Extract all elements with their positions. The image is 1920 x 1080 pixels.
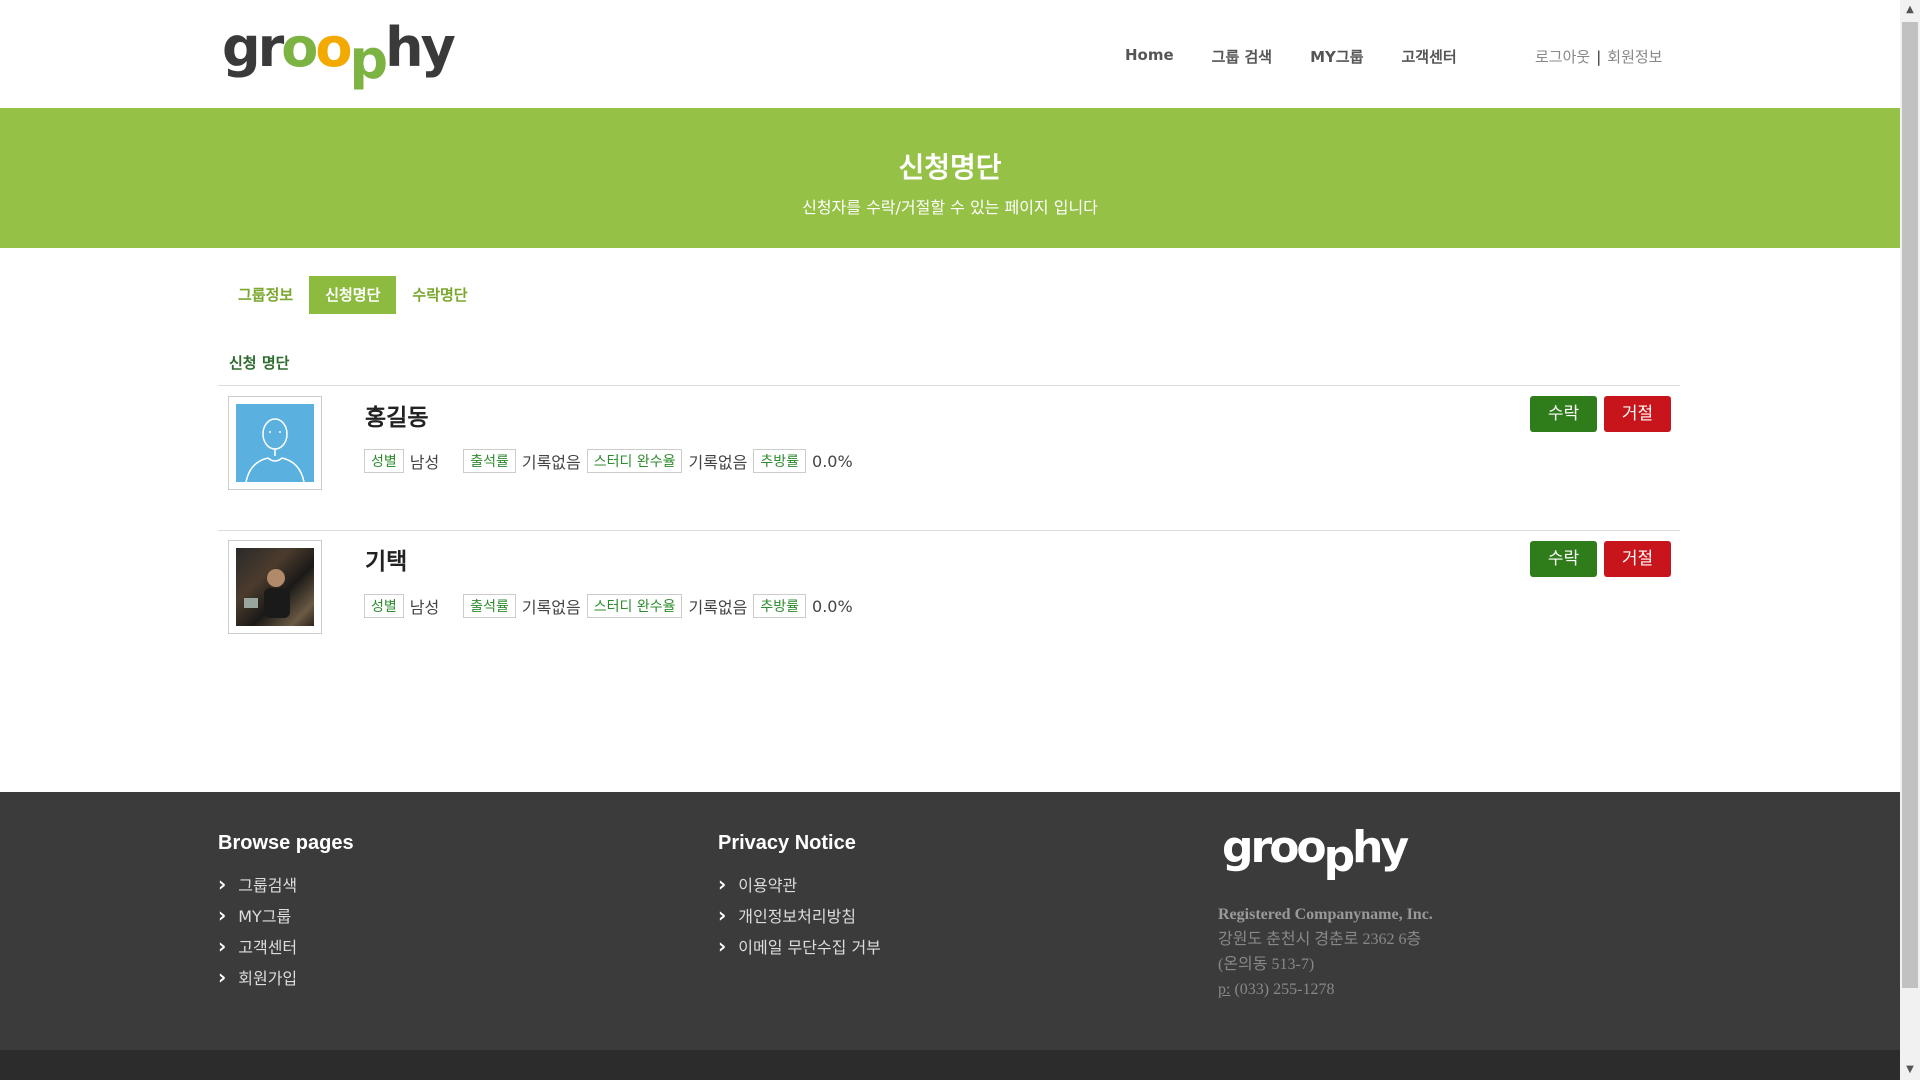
header: groophy Home 그룹 검색 MY그룹 고객센터 로그아웃 | 회원정보 bbox=[0, 0, 1900, 108]
phone-number: (033) 255-1278 bbox=[1234, 981, 1335, 998]
logo[interactable]: groophy bbox=[222, 18, 456, 90]
expel-label: 추방률 bbox=[753, 594, 807, 618]
logout-link[interactable]: 로그아웃 bbox=[1535, 48, 1590, 66]
expel-value: 0.0% bbox=[812, 451, 853, 471]
user-links: 로그아웃 | 회원정보 bbox=[1535, 46, 1662, 67]
page-subtitle: 신청자를 수락/거절할 수 있는 페이지 입니다 bbox=[802, 198, 1098, 217]
attendance-value: 기록없음 bbox=[521, 453, 581, 472]
scroll-down-icon[interactable]: ▼ bbox=[1900, 1060, 1920, 1080]
list-item: 기택 성별 남성 출석률 기록없음 스터디 완수율 기록없음 추방률 0.0% … bbox=[218, 530, 1680, 675]
page-title: 신청명단 bbox=[898, 151, 1002, 184]
privacy-notice: Privacy Notice 이용약관 개인정보처리방침 이메일 무단수집 거부 bbox=[718, 832, 881, 962]
gender-label: 성별 bbox=[364, 594, 404, 618]
tab-bar: 그룹정보 신청명단 수락명단 bbox=[222, 276, 484, 314]
address-line-1: 강원도 춘천시 경춘로 2362 6층 bbox=[1218, 931, 1422, 948]
section-title: 신청 명단 bbox=[229, 354, 290, 372]
member-stats: 성별 남성 출석률 기록없음 스터디 완수율 기록없음 추방률 0.0% bbox=[364, 594, 859, 618]
page: groophy Home 그룹 검색 MY그룹 고객센터 로그아웃 | 회원정보 신… bbox=[0, 0, 1900, 1080]
attendance-value: 기록없음 bbox=[521, 598, 581, 617]
footer-link-email-refusal[interactable]: 이메일 무단수집 거부 bbox=[718, 931, 881, 962]
accept-button[interactable]: 수락 bbox=[1530, 541, 1597, 577]
footer-link-my-group[interactable]: MY그룹 bbox=[218, 900, 354, 931]
nav-support[interactable]: 고객센터 bbox=[1402, 46, 1457, 67]
member-info-link[interactable]: 회원정보 bbox=[1607, 48, 1662, 66]
gender-label: 성별 bbox=[364, 449, 404, 473]
browse-title: Browse pages bbox=[218, 832, 354, 854]
attendance-label: 출석률 bbox=[463, 449, 516, 473]
completion-label: 스터디 완수율 bbox=[586, 449, 683, 473]
member-name: 홍길동 bbox=[365, 405, 429, 431]
footer-link-terms[interactable]: 이용약관 bbox=[718, 869, 881, 900]
company-address: Registered Companyname, Inc. 강원도 춘천시 경춘로… bbox=[1218, 902, 1433, 1002]
phone-label: p: bbox=[1218, 981, 1231, 998]
reject-button[interactable]: 거절 bbox=[1604, 541, 1671, 577]
default-avatar-icon bbox=[236, 404, 314, 483]
footer-link-support[interactable]: 고객센터 bbox=[218, 931, 354, 962]
scrollbar-thumb[interactable] bbox=[1902, 22, 1918, 988]
main-nav: Home 그룹 검색 MY그룹 고객센터 bbox=[1125, 46, 1457, 67]
scroll-up-icon[interactable]: ▲ bbox=[1900, 0, 1920, 20]
avatar bbox=[228, 396, 322, 490]
member-stats: 성별 남성 출석률 기록없음 스터디 완수율 기록없음 추방률 0.0% bbox=[364, 449, 859, 473]
tab-group-info[interactable]: 그룹정보 bbox=[222, 276, 309, 314]
nav-group-search[interactable]: 그룹 검색 bbox=[1212, 46, 1272, 67]
browse-pages: Browse pages 그룹검색 MY그룹 고객센터 회원가입 bbox=[218, 832, 354, 993]
gender-value: 남성 bbox=[409, 598, 440, 617]
footer-logo: groophy bbox=[1222, 822, 1409, 882]
member-photo bbox=[236, 548, 314, 626]
expel-value: 0.0% bbox=[812, 596, 853, 616]
gender-value: 남성 bbox=[409, 453, 440, 472]
footer-link-privacy-policy[interactable]: 개인정보처리방침 bbox=[718, 900, 881, 931]
nav-home[interactable]: Home bbox=[1125, 46, 1174, 67]
attendance-label: 출석률 bbox=[463, 594, 516, 618]
reject-button[interactable]: 거절 bbox=[1604, 396, 1671, 432]
phone-line: p: (033) 255-1278 bbox=[1218, 977, 1433, 1002]
accept-button[interactable]: 수락 bbox=[1530, 396, 1597, 432]
footer-bottom-bar bbox=[0, 1050, 1900, 1080]
tab-applicants[interactable]: 신청명단 bbox=[309, 276, 397, 314]
completion-value: 기록없음 bbox=[688, 598, 748, 617]
list-item: 홍길동 성별 남성 출석률 기록없음 스터디 완수율 기록없음 추방률 0.0%… bbox=[218, 386, 1680, 530]
footer: Browse pages 그룹검색 MY그룹 고객센터 회원가입 Privacy… bbox=[0, 792, 1900, 1050]
scrollbar[interactable]: ▲ ▼ bbox=[1900, 0, 1920, 1080]
separator: | bbox=[1596, 48, 1602, 66]
address-line-2: (온의동 513-7) bbox=[1218, 956, 1315, 973]
footer-link-signup[interactable]: 회원가입 bbox=[218, 962, 354, 993]
completion-value: 기록없음 bbox=[688, 453, 748, 472]
completion-label: 스터디 완수율 bbox=[586, 594, 683, 618]
page-banner: 신청명단 신청자를 수락/거절할 수 있는 페이지 입니다 bbox=[0, 108, 1900, 248]
member-name: 기택 bbox=[365, 549, 408, 575]
nav-my-group[interactable]: MY그룹 bbox=[1310, 46, 1363, 67]
tab-accepted[interactable]: 수락명단 bbox=[396, 276, 483, 314]
company-name: Registered Companyname, Inc. bbox=[1218, 906, 1433, 923]
footer-link-group-search[interactable]: 그룹검색 bbox=[218, 869, 354, 900]
privacy-title: Privacy Notice bbox=[718, 832, 856, 854]
avatar bbox=[228, 540, 322, 634]
expel-label: 추방률 bbox=[753, 449, 807, 473]
